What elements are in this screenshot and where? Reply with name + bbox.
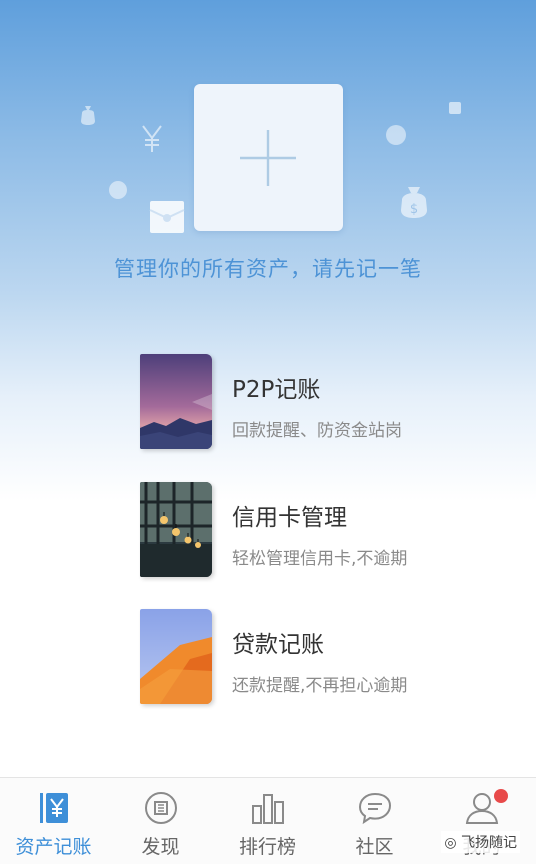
p2p-thumbnail — [140, 354, 212, 449]
money-bag-icon — [78, 104, 98, 126]
tab-community[interactable]: 社区 — [321, 778, 428, 864]
credit-card-item[interactable]: 信用卡管理 轻松管理信用卡,不逾期 — [140, 482, 480, 578]
ranking-bars-icon — [252, 794, 284, 824]
coin-icon — [108, 180, 128, 200]
tab-label: 发现 — [141, 836, 180, 858]
notification-badge — [494, 789, 508, 803]
dollar-bag-icon: $ — [396, 184, 432, 220]
item-title: 贷款记账 — [232, 632, 324, 658]
add-record-button[interactable] — [194, 84, 343, 231]
p2p-ledger-item[interactable]: P2P记账 回款提醒、防资金站岗 — [140, 354, 480, 450]
item-subtitle: 还款提醒,不再担心逾期 — [232, 676, 408, 696]
yen-ledger-icon — [40, 793, 68, 823]
wechat-icon: ◎ — [444, 835, 461, 851]
coin-icon-right — [385, 124, 407, 146]
credit-card-thumbnail — [140, 482, 212, 577]
red-envelope-icon — [149, 200, 185, 234]
watermark: ◎ 飞扬随记 — [441, 831, 520, 853]
svg-text:$: $ — [410, 202, 418, 217]
discover-icon — [145, 792, 177, 824]
tab-assets[interactable]: 资产记账 — [0, 778, 107, 864]
tab-label: 排行榜 — [238, 836, 296, 858]
yen-symbol-icon — [140, 124, 164, 154]
plus-icon — [240, 130, 296, 186]
tab-label: 资产记账 — [15, 836, 92, 858]
tab-label: 社区 — [355, 836, 394, 858]
empty-state-hint: 管理你的所有资产，请先记一笔 — [114, 257, 422, 281]
item-title: 信用卡管理 — [232, 505, 347, 531]
chat-bubble-icon — [358, 792, 392, 825]
small-square-icon — [448, 101, 462, 115]
loan-ledger-item[interactable]: 贷款记账 还款提醒,不再担心逾期 — [140, 609, 480, 705]
item-title: P2P记账 — [232, 377, 321, 403]
loan-thumbnail — [140, 609, 212, 704]
tab-ranking[interactable]: 排行榜 — [214, 778, 321, 864]
watermark-text: 飞扬随记 — [461, 835, 517, 851]
tab-discover[interactable]: 发现 — [107, 778, 214, 864]
item-subtitle: 回款提醒、防资金站岗 — [232, 421, 402, 441]
item-subtitle: 轻松管理信用卡,不逾期 — [232, 549, 408, 569]
